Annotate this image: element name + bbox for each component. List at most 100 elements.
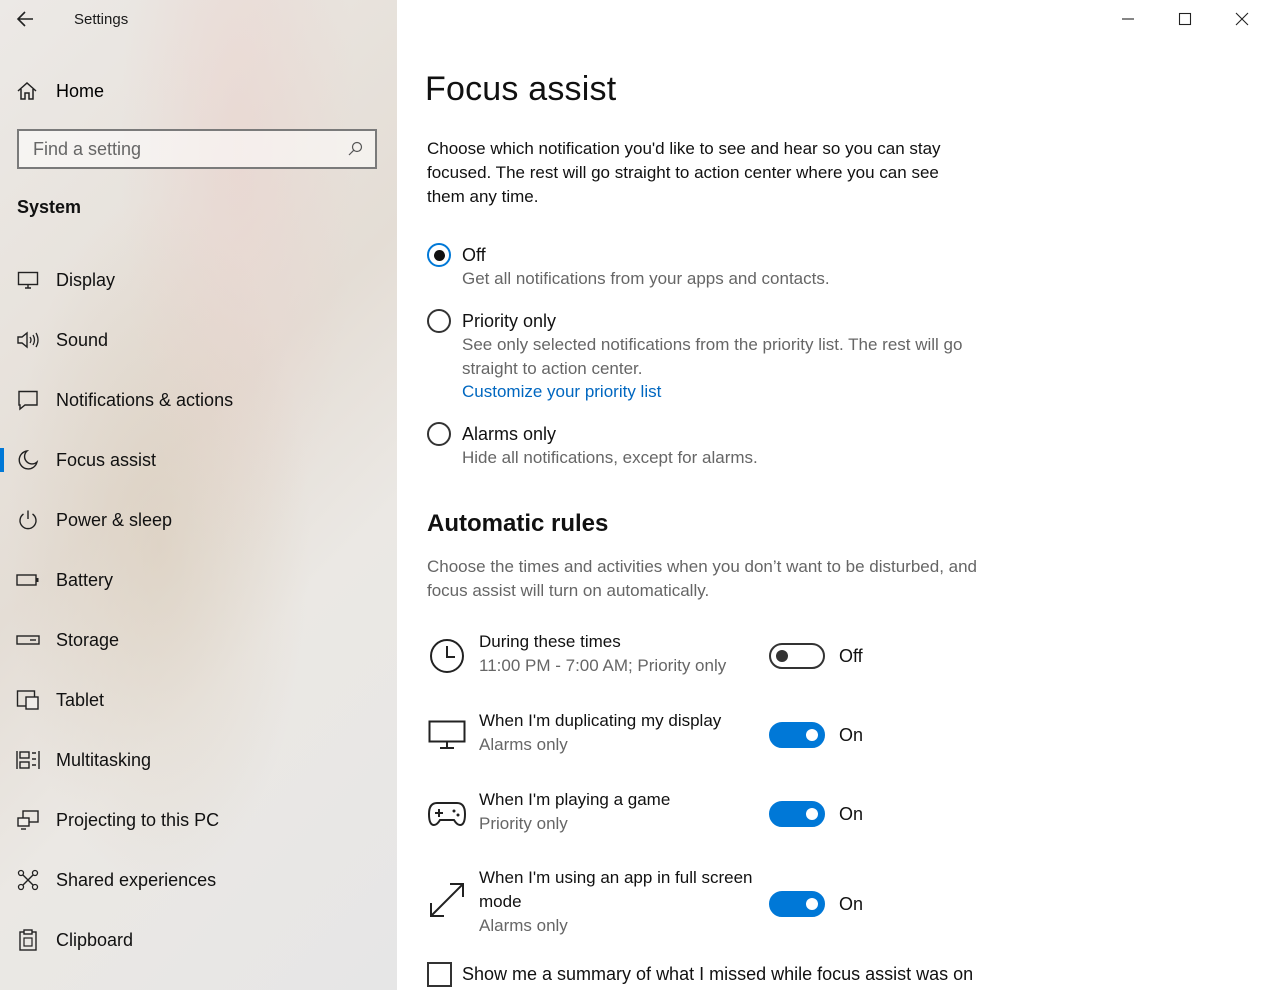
- sidebar-item-label: Storage: [56, 629, 120, 650]
- sidebar-item-clipboard[interactable]: Clipboard: [0, 910, 397, 970]
- summary-checkbox-row[interactable]: Show me a summary of what I missed while…: [427, 962, 973, 987]
- moon-icon: [16, 448, 40, 472]
- intro-text: Choose which notification you'd like to …: [427, 139, 941, 206]
- window-controls: [1099, 0, 1270, 38]
- sidebar-item-label: Sound: [56, 329, 109, 350]
- sidebar-item-storage[interactable]: Storage: [0, 610, 397, 670]
- sidebar-item-power-sleep[interactable]: Power & sleep: [0, 490, 397, 550]
- rule-title: When I'm duplicating my display: [479, 711, 722, 730]
- mode-off-option[interactable]: Off Get all notifications from your apps…: [427, 243, 992, 291]
- toggle-state-label: Off: [839, 646, 863, 666]
- mode-alarms-option[interactable]: Alarms only Hide all notifications, exce…: [427, 422, 992, 470]
- rule-fullscreen-toggle[interactable]: [769, 891, 825, 917]
- radio-priority-only[interactable]: [427, 309, 451, 333]
- close-icon: [1235, 12, 1248, 26]
- radio-priority-label[interactable]: Priority only: [462, 311, 556, 332]
- radio-off[interactable]: [427, 243, 451, 267]
- home-label: Home: [56, 80, 105, 101]
- radio-dot: [433, 249, 445, 261]
- sidebar-item-sound[interactable]: Sound: [0, 310, 397, 370]
- search-box[interactable]: [17, 129, 377, 169]
- automatic-rules-title: Automatic rules: [427, 510, 609, 537]
- main-content: Focus assist Choose which notification y…: [397, 0, 1270, 990]
- rule-duplicating-display[interactable]: When I'm duplicating my display Alarms o…: [427, 709, 947, 765]
- toggle-state-label: On: [839, 894, 864, 914]
- toggle-knob: [806, 729, 818, 741]
- clock-icon: [427, 636, 467, 676]
- radio-alarms-desc: Hide all notifications, except for alarm…: [462, 448, 758, 467]
- radio-priority-desc: See only selected notifications from the…: [462, 335, 963, 378]
- rule-title: When I'm using an app in full screen mod…: [479, 868, 753, 911]
- display-icon: [16, 268, 40, 292]
- sidebar-item-label: Display: [56, 269, 116, 290]
- projecting-icon: [16, 808, 40, 832]
- rule-subtitle: Alarms only: [479, 916, 568, 935]
- sidebar-item-display[interactable]: Display: [0, 250, 397, 310]
- search-icon[interactable]: [347, 141, 363, 157]
- sidebar-item-label: Projecting to this PC: [56, 809, 220, 830]
- sidebar-item-label: Tablet: [56, 689, 105, 710]
- multitasking-icon: [16, 748, 40, 772]
- rule-title: When I'm playing a game: [479, 790, 671, 809]
- power-icon: [16, 508, 40, 532]
- minimize-button[interactable]: [1099, 0, 1156, 38]
- sidebar-item-label: Shared experiences: [56, 869, 217, 890]
- sidebar-item-label: Notifications & actions: [56, 389, 234, 410]
- rule-subtitle: 11:00 PM - 7:00 AM; Priority only: [479, 656, 727, 675]
- sidebar-item-label: Power & sleep: [56, 509, 173, 530]
- maximize-icon: [1178, 12, 1191, 26]
- automatic-rules-desc: Choose the times and activities when you…: [427, 557, 978, 600]
- sidebar-item-battery[interactable]: Battery: [0, 550, 397, 610]
- sidebar-item-label: Battery: [56, 569, 114, 590]
- sidebar-item-label: Focus assist: [56, 449, 157, 470]
- sidebar-item-shared-experiences[interactable]: Shared experiences: [0, 850, 397, 910]
- toggle-state-label: On: [839, 804, 864, 824]
- customize-priority-list-link[interactable]: Customize your priority list: [462, 382, 661, 402]
- toggle-knob: [806, 808, 818, 820]
- sidebar-item-projecting[interactable]: Projecting to this PC: [0, 790, 397, 850]
- sound-icon: [16, 328, 40, 352]
- home-icon: [17, 81, 37, 100]
- fullscreen-icon: [427, 880, 467, 920]
- rule-subtitle: Alarms only: [479, 735, 568, 754]
- rule-title: During these times: [479, 632, 621, 651]
- toggle-knob: [806, 898, 818, 910]
- rule-duplicating-toggle[interactable]: [769, 722, 825, 748]
- summary-checkbox-label[interactable]: Show me a summary of what I missed while…: [462, 964, 973, 985]
- close-button[interactable]: [1213, 0, 1270, 38]
- toggle-state-label: On: [839, 725, 864, 745]
- monitor-icon: [427, 715, 467, 755]
- radio-alarms-only[interactable]: [427, 422, 451, 446]
- sidebar-item-label: Clipboard: [56, 929, 134, 950]
- minimize-icon: [1121, 18, 1134, 20]
- radio-off-desc: Get all notifications from your apps and…: [462, 269, 830, 288]
- rule-during-these-times[interactable]: During these times 11:00 PM - 7:00 AM; P…: [427, 630, 947, 686]
- back-arrow-icon: [16, 11, 33, 27]
- rule-full-screen-app[interactable]: When I'm using an app in full screen mod…: [427, 866, 947, 942]
- mode-priority-option[interactable]: Priority only See only selected notifica…: [427, 309, 992, 402]
- sidebar-item-focus-assist[interactable]: Focus assist: [0, 430, 397, 490]
- app-title: Settings: [74, 11, 129, 28]
- rule-game-toggle[interactable]: [769, 801, 825, 827]
- battery-icon: [16, 568, 40, 592]
- radio-alarms-label[interactable]: Alarms only: [462, 424, 556, 445]
- home-nav-item[interactable]: Home: [16, 79, 104, 103]
- shared-experiences-icon: [16, 868, 40, 892]
- sidebar-item-tablet[interactable]: Tablet: [0, 670, 397, 730]
- search-input[interactable]: [33, 138, 347, 160]
- page-title: Focus assist: [425, 70, 617, 108]
- clipboard-icon: [16, 928, 40, 952]
- radio-off-label[interactable]: Off: [462, 245, 486, 266]
- sidebar-item-notifications[interactable]: Notifications & actions: [0, 370, 397, 430]
- rule-times-toggle[interactable]: [769, 643, 825, 669]
- system-nav-list: Display Sound Notifications & actions Fo…: [0, 250, 397, 970]
- back-button[interactable]: [14, 7, 40, 31]
- section-label-system: System: [17, 197, 82, 217]
- rule-playing-game[interactable]: When I'm playing a game Priority only On: [427, 788, 947, 844]
- rule-subtitle: Priority only: [479, 814, 568, 833]
- toggle-knob: [776, 650, 788, 662]
- maximize-button[interactable]: [1156, 0, 1213, 38]
- sidebar-item-multitasking[interactable]: Multitasking: [0, 730, 397, 790]
- summary-checkbox[interactable]: [427, 962, 452, 987]
- notifications-icon: [16, 388, 40, 412]
